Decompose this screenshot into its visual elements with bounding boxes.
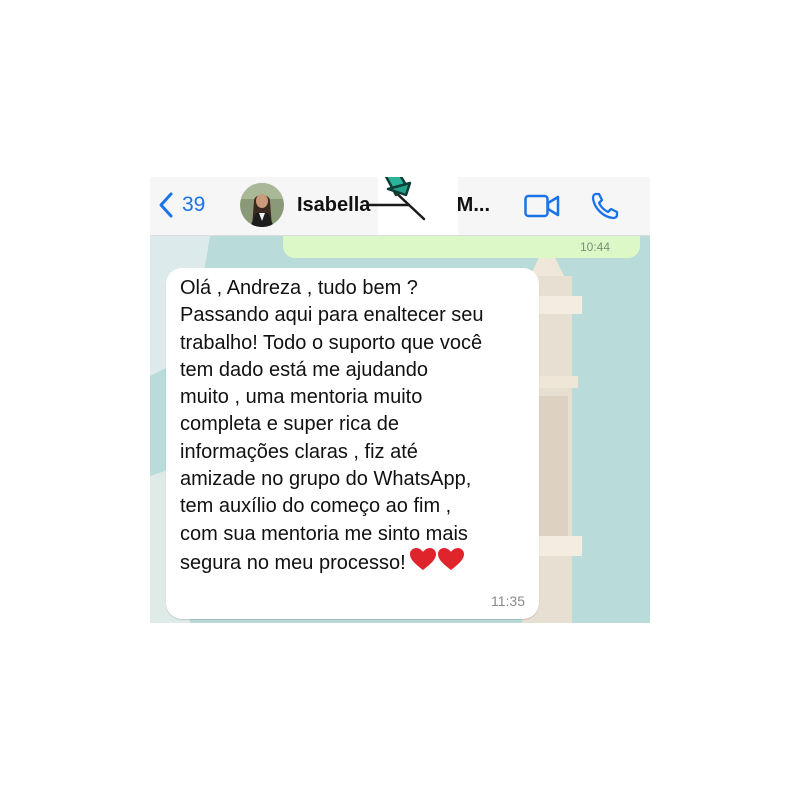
pushpin-icon <box>368 177 426 221</box>
message-line: com sua mentoria me sinto mais <box>180 522 468 545</box>
back-button[interactable]: 39 <box>156 190 205 220</box>
previous-message-time: 10:44 <box>579 240 610 254</box>
message-line: tem dado está me ajudando <box>180 358 428 381</box>
message-line: tem auxílio do começo ao fim , <box>180 495 452 518</box>
heart-emoji-icon <box>409 547 464 570</box>
avatar-image <box>240 183 284 227</box>
message-line: informações claras , fiz até <box>180 440 418 463</box>
message-line: muito , uma mentoria muito <box>180 386 423 409</box>
message-time: 11:35 <box>491 593 525 609</box>
chat-header: 39 Isabella s M... <box>150 177 650 236</box>
message-line: Passando aqui para enaltecer seu <box>180 304 484 327</box>
chevron-left-icon <box>159 192 173 218</box>
chat-screenshot: 10:44 Olá , Andreza , tudo bem ? Passand… <box>150 177 650 623</box>
previous-outgoing-message[interactable]: 10:44 <box>283 236 640 258</box>
incoming-message-bubble[interactable]: Olá , Andreza , tudo bem ? Passando aqui… <box>166 268 539 619</box>
unread-count: 39 <box>182 193 206 216</box>
message-line-last: segura no meu processo! <box>180 547 530 577</box>
video-call-icon[interactable] <box>524 193 560 219</box>
message-line: Olá , Andreza , tudo bem ? <box>180 277 418 299</box>
message-line: amizade no grupo do WhatsApp, <box>180 468 472 491</box>
message-line: segura no meu processo! <box>180 551 406 574</box>
chat-area[interactable]: 10:44 Olá , Andreza , tudo bem ? Passand… <box>150 236 650 623</box>
message-line: completa e super rica de <box>180 413 400 436</box>
phone-icon[interactable] <box>590 191 620 221</box>
message-line: trabalho! Todo o suporto que você <box>180 331 483 354</box>
avatar[interactable] <box>240 183 284 227</box>
message-text: Olá , Andreza , tudo bem ? Passando aqui… <box>180 275 530 577</box>
